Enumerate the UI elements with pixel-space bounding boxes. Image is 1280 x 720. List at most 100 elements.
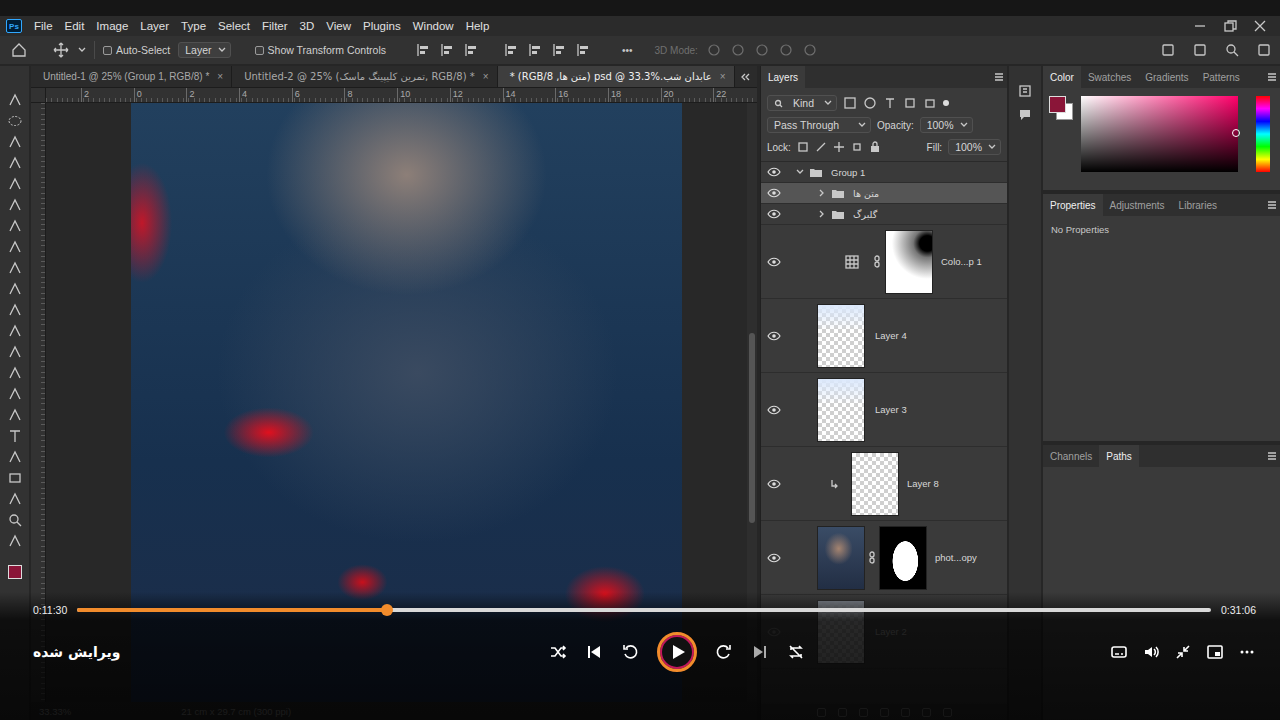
- blend-mode-value[interactable]: Pass Through: [774, 119, 839, 131]
- layer-name[interactable]: گلبرگ: [853, 209, 877, 220]
- layer-thumbnail[interactable]: [817, 304, 865, 368]
- dodge-tool-icon[interactable]: [7, 386, 23, 402]
- crop-tool-icon[interactable]: [7, 176, 23, 192]
- menu-item[interactable]: Select: [212, 16, 256, 36]
- align-right-icon[interactable]: [464, 42, 480, 58]
- layer-name[interactable]: Layer 4: [875, 330, 907, 341]
- menu-item[interactable]: Layer: [134, 16, 175, 36]
- menu-item[interactable]: Edit: [59, 16, 91, 36]
- visibility-eye-icon[interactable]: [767, 166, 781, 178]
- auto-select-checkbox[interactable]: Auto-Select: [103, 44, 170, 56]
- move-tool-icon[interactable]: [7, 92, 23, 108]
- lock-artboard-icon[interactable]: [851, 141, 863, 153]
- menu-item[interactable]: View: [320, 16, 357, 36]
- menu-item[interactable]: Help: [460, 16, 496, 36]
- flask-icon[interactable]: [1160, 42, 1176, 58]
- blur-tool-icon[interactable]: [7, 365, 23, 381]
- visibility-eye-icon[interactable]: [767, 256, 781, 268]
- dropdown-icon[interactable]: [78, 46, 86, 54]
- blend-mode-dropdown[interactable]: Pass Through: [767, 117, 871, 133]
- filter-value[interactable]: Kind: [793, 97, 814, 109]
- search-icon[interactable]: [1224, 42, 1240, 58]
- layer-row[interactable]: Layer 8: [761, 447, 1007, 521]
- panel-tab-label[interactable]: Gradients: [1145, 72, 1188, 83]
- fill-field[interactable]: 100%: [948, 139, 1001, 155]
- forward-30-icon[interactable]: [715, 643, 733, 661]
- layer-mask-thumbnail[interactable]: [885, 230, 933, 294]
- panel-tab[interactable]: Gradients: [1138, 66, 1195, 88]
- visibility-eye-icon[interactable]: [767, 187, 781, 199]
- lasso-tool-icon[interactable]: [7, 134, 23, 150]
- foreground-swatch[interactable]: [8, 565, 22, 579]
- layer-name[interactable]: phot...opy: [935, 552, 977, 563]
- lock-transparent-icon[interactable]: [797, 141, 809, 153]
- menu-item[interactable]: Window: [407, 16, 460, 36]
- comments-panel-icon[interactable]: [1018, 108, 1032, 122]
- filter-shape-icon[interactable]: [903, 96, 917, 110]
- history-panel-icon[interactable]: [1018, 84, 1032, 98]
- object-select-tool-icon[interactable]: [7, 155, 23, 171]
- eyedropper-tool-icon[interactable]: [7, 218, 23, 234]
- fill-value[interactable]: 100%: [955, 141, 982, 153]
- layer-thumbnail[interactable]: [851, 452, 899, 516]
- layer-row[interactable]: متن ها: [761, 183, 1007, 204]
- filter-pixel-icon[interactable]: [843, 96, 857, 110]
- layer-name[interactable]: متن ها: [853, 188, 879, 199]
- tab-close-button[interactable]: ×: [483, 71, 489, 82]
- minimize-icon[interactable]: [1192, 18, 1208, 34]
- layer-row[interactable]: گلبرگ: [761, 204, 1007, 225]
- link-chain-icon[interactable]: [868, 551, 876, 564]
- rectangle-tool-icon[interactable]: [7, 470, 23, 486]
- document-tab[interactable]: Untitled-1 @ 25% (Group 1, RGB/8) *×: [31, 66, 232, 87]
- progress-knob[interactable]: [381, 604, 393, 616]
- collapse-panels-icon[interactable]: [737, 70, 753, 84]
- menu-item[interactable]: Filter: [256, 16, 294, 36]
- layer-mask-thumbnail[interactable]: [879, 526, 927, 590]
- previous-icon[interactable]: [585, 643, 603, 661]
- align-bottom-icon[interactable]: [552, 42, 568, 58]
- panel-tab-label[interactable]: Patterns: [1203, 72, 1240, 83]
- layer-thumbnail[interactable]: [817, 526, 865, 590]
- menu-item[interactable]: Type: [175, 16, 212, 36]
- panel-tab-label[interactable]: Libraries: [1179, 200, 1217, 211]
- menu-item[interactable]: Image: [90, 16, 134, 36]
- filter-type-icon[interactable]: [883, 96, 897, 110]
- move-tool-icon[interactable]: [52, 41, 70, 59]
- pen-tool-icon[interactable]: [7, 407, 23, 423]
- panel-tab-label[interactable]: Color: [1050, 72, 1074, 83]
- target-dropdown[interactable]: Layer: [178, 42, 230, 58]
- hand-tool-icon[interactable]: [7, 491, 23, 507]
- target-value[interactable]: Layer: [185, 44, 211, 56]
- align-top-icon[interactable]: [504, 42, 520, 58]
- volume-icon[interactable]: [1142, 643, 1160, 661]
- layer-name[interactable]: Layer 3: [875, 404, 907, 415]
- picture-in-picture-icon[interactable]: [1206, 643, 1224, 661]
- healing-tool-icon[interactable]: [7, 239, 23, 255]
- visibility-eye-icon[interactable]: [767, 330, 781, 342]
- auto-select-label[interactable]: Auto-Select: [116, 44, 170, 56]
- panel-tab-label[interactable]: Properties: [1050, 200, 1096, 211]
- subtitles-icon[interactable]: [1110, 643, 1128, 661]
- play-button[interactable]: [657, 632, 697, 672]
- frame-tool-icon[interactable]: [7, 197, 23, 213]
- menu-item[interactable]: File: [28, 16, 59, 36]
- filter-adjustment-icon[interactable]: [863, 96, 877, 110]
- layer-row[interactable]: phot...opy: [761, 521, 1007, 595]
- tab-close-button[interactable]: ×: [217, 71, 223, 82]
- panel-tab-label[interactable]: Adjustments: [1110, 200, 1165, 211]
- panel-menu-icon[interactable]: [1266, 71, 1278, 83]
- progress-track[interactable]: [77, 608, 1211, 612]
- document-tab[interactable]: عابدان شب.psd @ 33.3% (متن ها, RGB/8) *×: [498, 66, 735, 87]
- lock-position-icon[interactable]: [833, 141, 845, 153]
- filter-toggle[interactable]: [943, 100, 949, 106]
- align-left-icon[interactable]: [416, 42, 432, 58]
- layer-row[interactable]: Layer 4: [761, 299, 1007, 373]
- lock-pixels-icon[interactable]: [815, 141, 827, 153]
- visibility-eye-icon[interactable]: [767, 478, 781, 490]
- filter-dropdown[interactable]: Kind: [767, 95, 837, 111]
- layer-name[interactable]: Group 1: [831, 167, 865, 178]
- panel-tab[interactable]: Patterns: [1196, 66, 1247, 88]
- repeat-off-icon[interactable]: [787, 643, 805, 661]
- replay-10-icon[interactable]: [621, 643, 639, 661]
- panel-menu-icon[interactable]: [1266, 199, 1278, 211]
